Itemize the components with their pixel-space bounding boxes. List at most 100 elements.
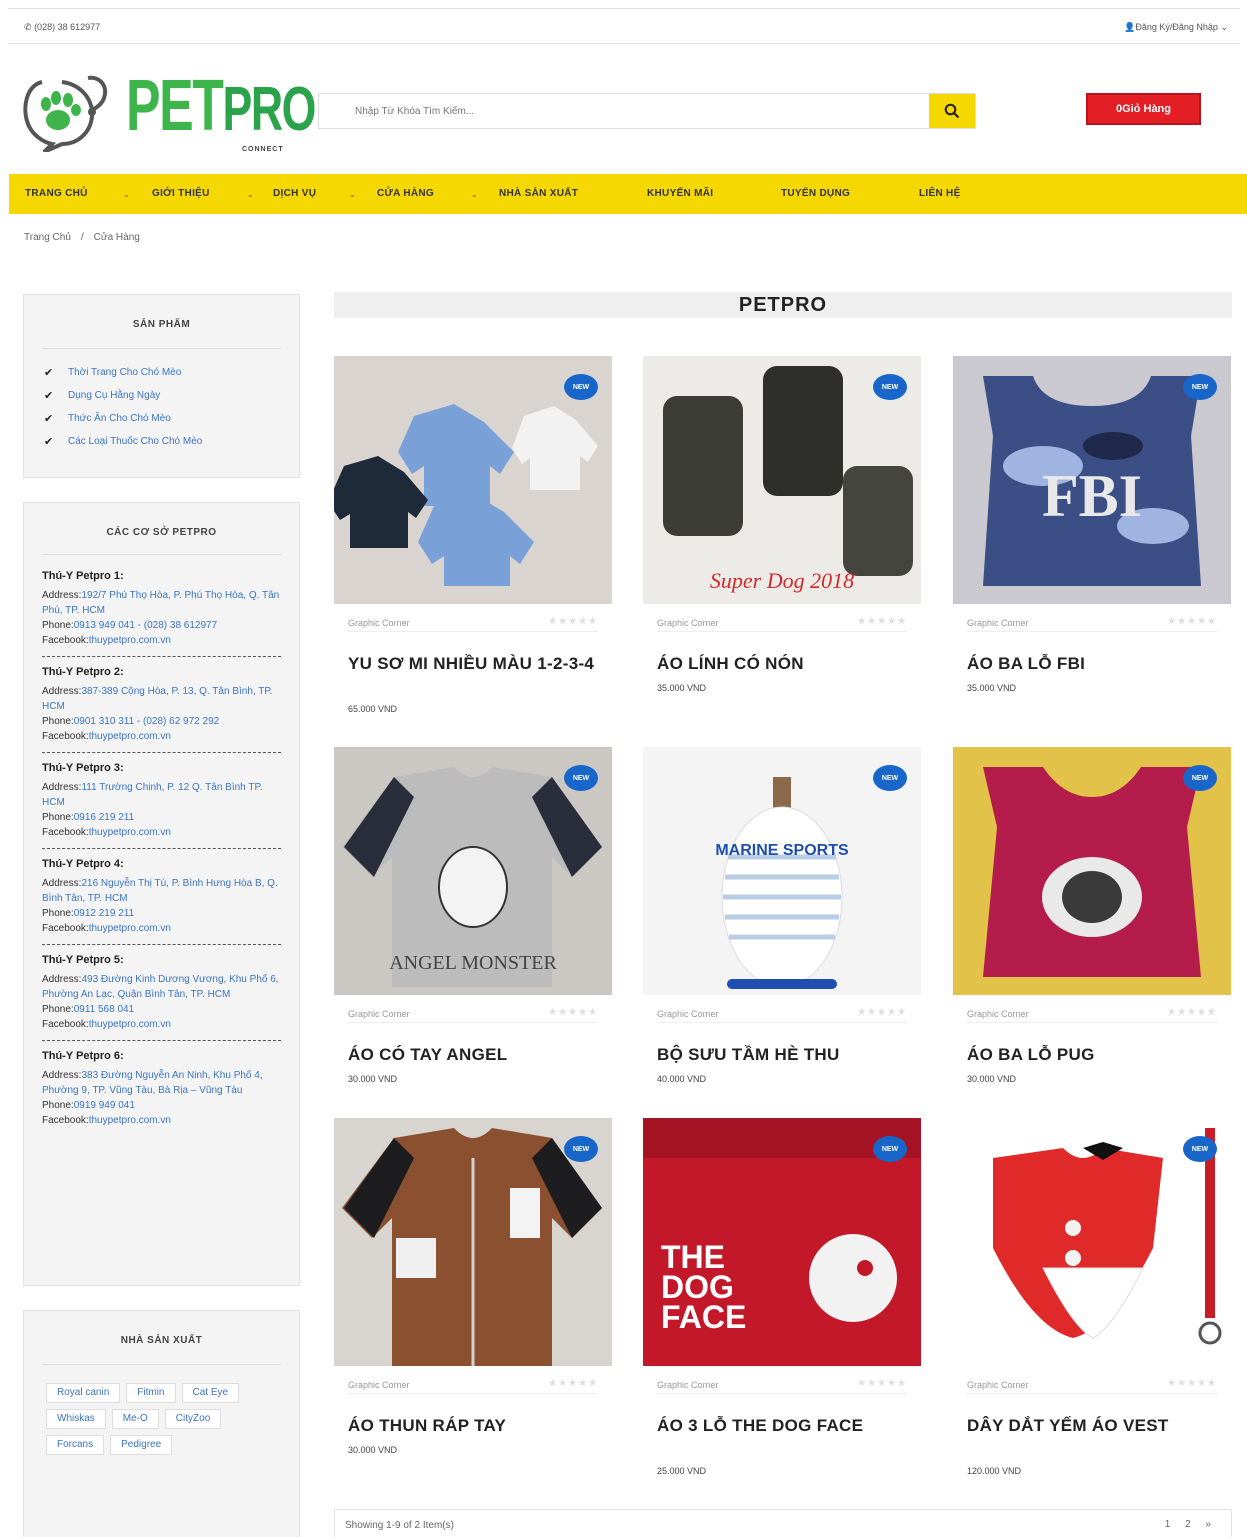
brand-tag[interactable]: Me-O: [111, 1409, 159, 1429]
image-text: ANGEL MONSTER: [389, 952, 557, 974]
phone-value[interactable]: 0911 568 041: [74, 1004, 134, 1015]
paw-stethoscope-icon: [23, 75, 107, 152]
product-name[interactable]: ÁO THUN RÁP TAY: [348, 1416, 608, 1436]
product-price: 30.000 VND: [967, 1074, 1017, 1084]
nav-item-promotions[interactable]: KHUYẾN MÃI: [647, 188, 713, 199]
facebook-label: Facebook:: [42, 923, 89, 934]
brand-tag[interactable]: Royal canin: [46, 1383, 121, 1403]
check-icon: ✔: [44, 436, 54, 448]
product-name[interactable]: ÁO LÍNH CÓ NÓN: [657, 654, 917, 674]
branch-name: Thú-Y Petpro 4:: [42, 858, 124, 870]
phone-value[interactable]: 0916 219 211: [74, 812, 134, 823]
brand-tag[interactable]: Pedigree: [110, 1435, 173, 1455]
new-badge: NEW: [873, 374, 907, 400]
site-logo[interactable]: PETPRO CONNECT: [22, 66, 316, 156]
address-label: Address:: [42, 590, 82, 601]
facebook-value[interactable]: thuypetpro.com.vn: [89, 827, 171, 838]
product-category[interactable]: Graphic Corner: [657, 618, 719, 628]
product-card[interactable]: NEW Graphic Corner ★★★★★ DÂY DẮT YẾM ÁO VES…: [953, 1118, 1231, 1478]
product-category[interactable]: Graphic Corner: [348, 1380, 410, 1390]
facebook-value[interactable]: thuypetpro.com.vn: [89, 1019, 171, 1030]
product-card[interactable]: NEW Graphic Corner ★★★★★ ÁO THUN RÁP TAY 30.…: [334, 1118, 612, 1478]
product-name[interactable]: YU SƠ MI NHIỀU MÀU 1-2-3-4: [348, 654, 608, 674]
facebook-value[interactable]: thuypetpro.com.vn: [89, 635, 171, 646]
product-card[interactable]: MARINE SPORTS NEW Graphic Corner ★★★★★ BỘ SƯ…: [643, 747, 921, 1107]
product-meta: Graphic Corner ★★★★★: [967, 1378, 1217, 1394]
product-category[interactable]: Graphic Corner: [348, 618, 410, 628]
address-label: Address:: [42, 878, 82, 889]
image-text: FACE: [661, 1299, 746, 1335]
product-category[interactable]: Graphic Corner: [967, 618, 1029, 628]
category-item[interactable]: ✔ Thức Ăn Cho Chó Mèo: [44, 407, 281, 430]
top-phone[interactable]: ✆ (028) 38 612977: [24, 22, 100, 33]
product-card[interactable]: NEW Graphic Corner ★★★★★ YU SƠ MI NHIỀU MÀU…: [334, 356, 612, 716]
branch-address: Address:192/7 Phú Thọ Hòa, P. Phú Thọ Hò…: [42, 588, 281, 618]
branch-address: Address:111 Trường Chinh, P. 12 Q. Tân B…: [42, 780, 281, 810]
phone-value[interactable]: 0901 310 311 - (028) 62 972 292: [74, 716, 220, 727]
nav-item-about[interactable]: GIỚI THIỆU: [152, 188, 210, 199]
account-menu[interactable]: 👤Đăng Ký/Đăng Nhập ⌄: [1124, 22, 1228, 33]
brand-tag[interactable]: Fitmin: [126, 1383, 176, 1403]
branch-facebook: Facebook:thuypetpro.com.vn: [42, 921, 281, 936]
brand-tag[interactable]: Cat Eye: [181, 1383, 240, 1403]
phone-label: Phone:: [42, 716, 74, 727]
product-meta: Graphic Corner ★★★★★: [657, 1007, 907, 1023]
product-category[interactable]: Graphic Corner: [967, 1009, 1029, 1019]
product-meta: Graphic Corner ★★★★★: [967, 616, 1217, 632]
branch-list: Thú-Y Petpro 1: Address:192/7 Phú Thọ Hòa…: [24, 555, 299, 1136]
brand-tag[interactable]: CityZoo: [164, 1409, 222, 1429]
phone-value[interactable]: 0913 949 041 - (028) 38 612977: [74, 620, 217, 631]
facebook-value[interactable]: thuypetpro.com.vn: [89, 923, 171, 934]
product-name[interactable]: ÁO BA LỖ FBI: [967, 654, 1227, 674]
breadcrumb-home[interactable]: Trang Chủ: [24, 232, 71, 243]
logo-pro: PRO: [222, 75, 317, 144]
category-item[interactable]: ✔ Thời Trang Cho Chó Mèo: [44, 361, 281, 384]
product-name[interactable]: ÁO BA LỖ PUG: [967, 1045, 1227, 1065]
product-name[interactable]: DÂY DẮT YẾM ÁO VEST: [967, 1416, 1227, 1436]
category-label: Các Loại Thuốc Cho Chó Mèo: [68, 436, 203, 447]
nav-item-services[interactable]: DỊCH VỤ: [273, 188, 316, 199]
nav-item-careers[interactable]: TUYỂN DỤNG: [781, 188, 850, 199]
facebook-value[interactable]: thuypetpro.com.vn: [89, 731, 171, 742]
phone-value[interactable]: 0919 949 041: [74, 1100, 135, 1111]
rating-stars-icon: ★★★★★: [1167, 1378, 1217, 1389]
product-category[interactable]: Graphic Corner: [348, 1009, 410, 1019]
facebook-value[interactable]: thuypetpro.com.vn: [89, 1115, 171, 1126]
branch-phone: Phone:0913 949 041 - (028) 38 612977: [42, 618, 281, 633]
product-name[interactable]: BỘ SƯU TẦM HÈ THU: [657, 1045, 917, 1065]
logo-connect: CONNECT: [242, 146, 284, 153]
pagination[interactable]: 1 2 »: [1165, 1519, 1211, 1530]
nav-item-manufacturers[interactable]: NHÀ SẢN XUẤT: [499, 188, 578, 199]
chevron-down-icon: ⌄: [247, 190, 254, 199]
branch-phone: Phone:0912 219 211: [42, 906, 281, 921]
brand-tag[interactable]: Forcans: [46, 1435, 105, 1455]
branch-facebook: Facebook:thuypetpro.com.vn: [42, 1113, 281, 1128]
product-card[interactable]: FBI NEW Graphic Corner ★★★★★ ÁO BA LỖ FBI 35.…: [953, 356, 1231, 716]
new-badge: NEW: [873, 1136, 907, 1162]
category-item[interactable]: ✔ Dụng Cụ Hằng Ngày: [44, 384, 281, 407]
category-item[interactable]: ✔ Các Loại Thuốc Cho Chó Mèo: [44, 430, 281, 453]
search-button[interactable]: [929, 94, 975, 128]
product-category[interactable]: Graphic Corner: [657, 1380, 719, 1390]
product-card[interactable]: THE DOG FACE NEW Graphic Corner ★★★★★ ÁO 3 LỖ …: [643, 1118, 921, 1478]
pagination-bar: Showing 1-9 of 2 Item(s) 1 2 »: [334, 1509, 1232, 1537]
brand-tag[interactable]: Whiskas: [46, 1409, 106, 1429]
product-name[interactable]: ÁO 3 LỖ THE DOG FACE: [657, 1416, 917, 1436]
product-category[interactable]: Graphic Corner: [657, 1009, 719, 1019]
new-badge: NEW: [873, 765, 907, 791]
product-name[interactable]: ÁO CÓ TAY ANGEL: [348, 1045, 608, 1065]
nav-item-home[interactable]: TRANG CHỦ: [25, 188, 88, 199]
nav-item-contact[interactable]: LIÊN HỆ: [919, 188, 961, 199]
product-category[interactable]: Graphic Corner: [967, 1380, 1029, 1390]
brand-list: Royal canin Fitmin Cat Eye Whiskas Me-O …: [24, 1365, 299, 1455]
product-card[interactable]: NEW Graphic Corner ★★★★★ ÁO BA LỖ PUG 30.000…: [953, 747, 1231, 1107]
product-card[interactable]: ANGEL MONSTER NEW Graphic Corner ★★★★★ ÁO CÓ…: [334, 747, 612, 1107]
nav-item-store[interactable]: CỬA HÀNG: [377, 188, 434, 199]
rating-stars-icon: ★★★★★: [857, 1007, 907, 1018]
rating-stars-icon: ★★★★★: [857, 616, 907, 627]
product-card[interactable]: Super Dog 2018 NEW Graphic Corner ★★★★★ ÁO L…: [643, 356, 921, 716]
cart-button[interactable]: 0 Giỏ Hàng: [1086, 93, 1201, 125]
search-input[interactable]: [319, 94, 929, 128]
phone-value[interactable]: 0912 219 211: [74, 908, 134, 919]
product-meta: Graphic Corner ★★★★★: [967, 1007, 1217, 1023]
